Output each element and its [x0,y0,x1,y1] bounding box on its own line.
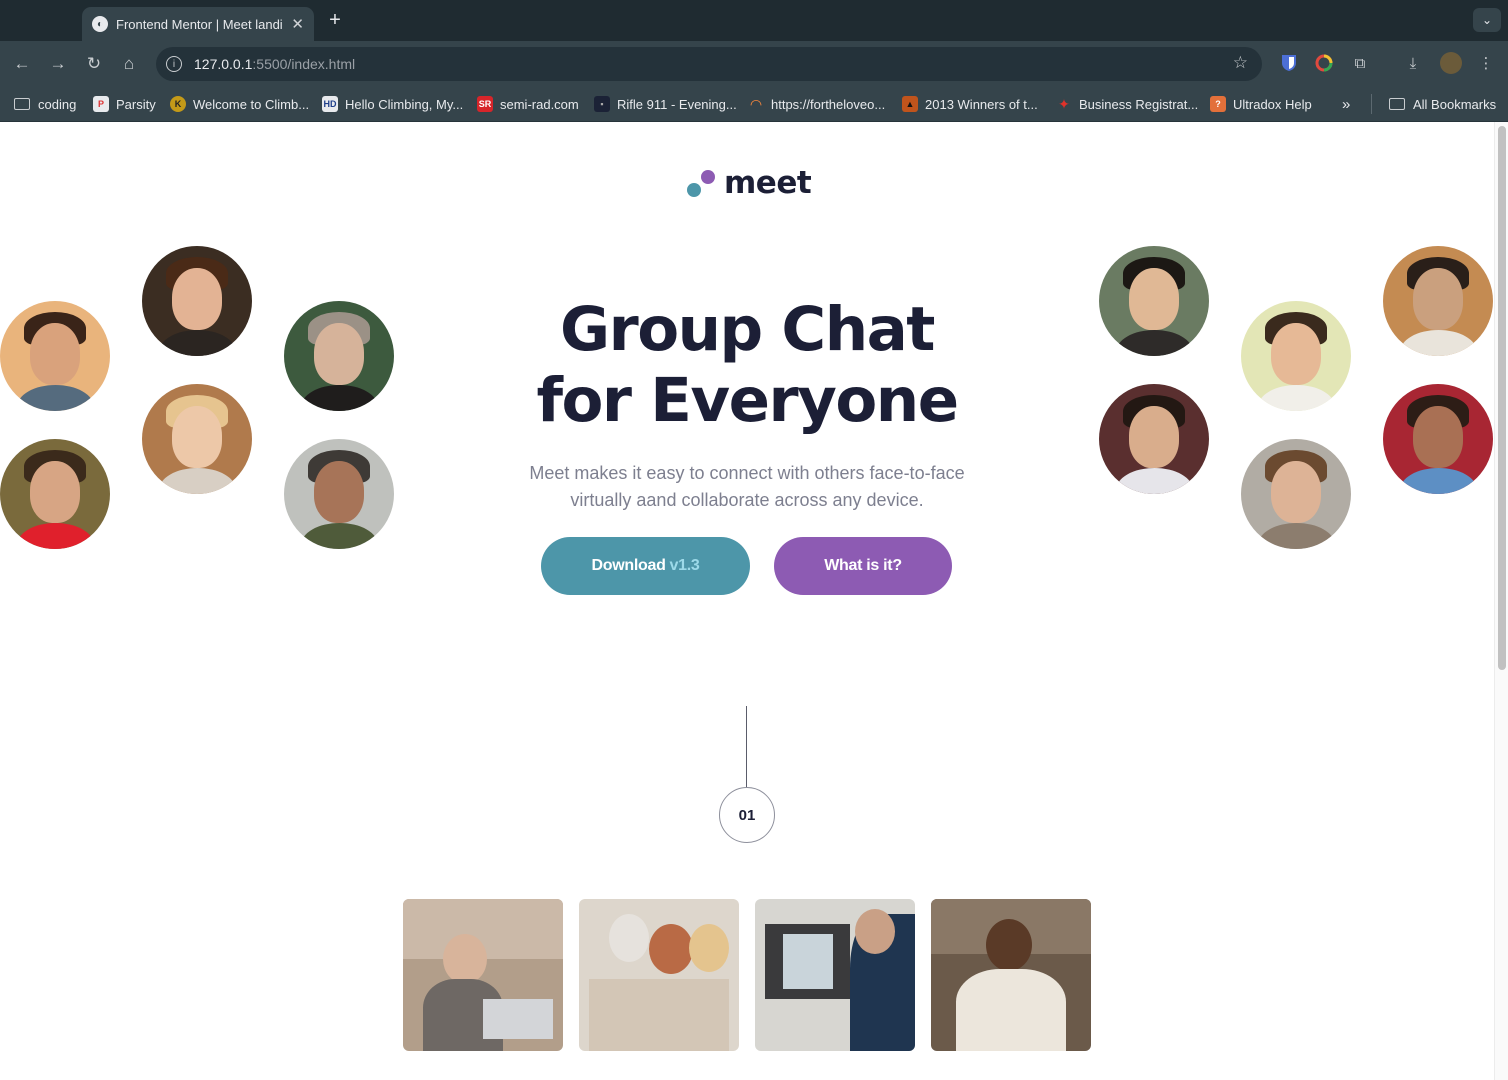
profile-avatar[interactable] [1440,52,1462,74]
hero-headline: Group Chat for Everyone [447,294,1047,436]
folder-icon [14,98,30,110]
logo-dot-purple [701,170,715,184]
bitwarden-extension-icon[interactable] [1279,53,1299,73]
meet-logo[interactable]: meet [686,165,816,202]
ultradox-icon: ? [1210,96,1226,112]
menu-kebab-icon[interactable]: ⋮ [1476,53,1496,73]
avatar-photo [1099,246,1209,356]
chrome-extension-icon[interactable] [1314,53,1334,73]
bookmarks-bar: coding P Parsity K Welcome to Climb... HD H… [0,86,1508,122]
download-version: v1.3 [669,557,700,574]
headline-line-1: Group Chat [560,294,935,365]
feature-photo [931,899,1091,1051]
scrollbar-thumb[interactable] [1498,126,1506,670]
avatar-photo [142,384,252,494]
climb-icon: K [170,96,186,112]
site-info-icon[interactable]: i [166,56,182,72]
feature-photo [403,899,563,1051]
bookmark-star-icon[interactable]: ☆ [1233,53,1248,73]
mountain-icon: ▲ [902,96,918,112]
logo-wordmark: meet [724,165,812,201]
headline-line-2: for Everyone [536,365,959,436]
avatar-photo [1383,246,1493,356]
download-button[interactable]: Download v1.3 [541,537,750,595]
favicon-icon: ◐ [92,16,108,32]
hd-icon: HD [322,96,338,112]
what-is-it-button[interactable]: What is it? [774,537,952,595]
bookmarks-divider [1371,94,1372,114]
avatar-photo [1383,384,1493,494]
extensions-puzzle-icon[interactable]: ⧉ [1350,53,1370,73]
tab-title: Frontend Mentor | Meet landing page [116,16,283,32]
bookmark-ultradox[interactable]: ? Ultradox Help [1210,95,1312,113]
hero-subtext: Meet makes it easy to connect with other… [529,463,965,510]
maple-leaf-icon: ✦ [1058,95,1070,112]
rifle-icon: ▪ [594,96,610,112]
avatar-photo [1241,439,1351,549]
feature-photo [755,899,915,1051]
rainbow-icon: ◠ [750,95,762,112]
bookmark-climb[interactable]: K Welcome to Climb... [170,95,309,113]
browser-tab[interactable]: ◐ Frontend Mentor | Meet landing page ✕ [82,7,314,41]
avatar-photo [1241,301,1351,411]
avatar-photo [0,301,110,411]
bookmark-semi-rad[interactable]: SR semi-rad.com [477,95,579,113]
bookmark-parsity[interactable]: P Parsity [93,95,156,113]
close-tab-icon[interactable]: ✕ [291,15,304,33]
download-label: Download [591,557,666,574]
address-bar[interactable]: i 127.0.0.1:5500/index.html ☆ [156,47,1262,81]
bookmark-rifle[interactable]: ▪ Rifle 911 - Evening... [594,95,737,113]
url-text[interactable]: 127.0.0.1:5500/index.html [194,56,355,72]
forward-icon[interactable]: → [45,51,71,77]
avatar-photo [284,439,394,549]
all-bookmarks-button[interactable]: All Bookmarks [1389,95,1496,113]
step-number-badge: 01 [719,787,775,843]
new-tab-button[interactable]: + [324,8,346,32]
bookmark-hello-climbing[interactable]: HD Hello Climbing, My... [322,95,463,113]
home-icon[interactable]: ⌂ [116,51,142,77]
avatar-photo [284,301,394,411]
bookmark-business[interactable]: ✦ Business Registrat... [1056,95,1198,113]
bookmark-coding[interactable]: coding [14,95,76,113]
reload-icon[interactable]: ↻ [81,51,107,77]
bookmark-2013-winners[interactable]: ▲ 2013 Winners of t... [902,95,1038,113]
logo-dot-teal [687,183,701,197]
feature-photo [579,899,739,1051]
downloads-icon[interactable]: ⤓ [1403,53,1423,73]
folder-icon [1389,98,1405,110]
page-scrollbar[interactable] [1494,122,1508,1080]
tab-strip: ◐ Frontend Mentor | Meet landing page ✕ … [0,0,1508,41]
back-icon[interactable]: ← [9,51,35,77]
more-bookmarks-button[interactable]: » [1342,95,1350,113]
bookmark-fortheloveo[interactable]: ◠ https://fortheloveo... [748,95,886,113]
tab-search-button[interactable]: ⌄ [1473,8,1501,32]
avatar-photo [142,246,252,356]
browser-toolbar: ← → ↻ ⌂ i 127.0.0.1:5500/index.html ☆ ⧉ … [0,41,1508,86]
parsity-icon: P [93,96,109,112]
step-connector-line [746,706,747,788]
avatar-photo [1099,384,1209,494]
sr-icon: SR [477,96,493,112]
landing-page: meet Group Chat for Everyone Meet makes [0,122,1494,1080]
avatar-photo [0,439,110,549]
